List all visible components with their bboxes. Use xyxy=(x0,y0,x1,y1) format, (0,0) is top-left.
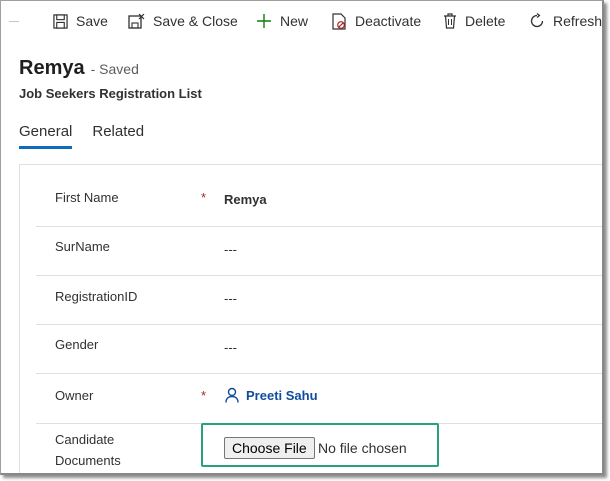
surname-field[interactable]: --- xyxy=(224,242,237,257)
registration-id-field[interactable]: --- xyxy=(224,291,237,306)
field-label-line2: Documents xyxy=(55,453,121,468)
deactivate-label: Deactivate xyxy=(355,13,422,29)
owner-lookup[interactable]: Preeti Sahu xyxy=(224,387,318,403)
field-label: First Name xyxy=(55,190,119,205)
field-label: Gender xyxy=(55,337,99,352)
field-row-first-name: First Name * Remya xyxy=(36,165,602,227)
delete-label: Delete xyxy=(465,13,506,29)
new-button[interactable]: New xyxy=(256,9,308,33)
field-label: Candidate Documents xyxy=(55,429,121,471)
overflow-divider xyxy=(9,21,19,22)
deactivate-icon xyxy=(332,12,346,30)
field-label: SurName xyxy=(55,239,110,254)
field-label-line1: Candidate xyxy=(55,432,115,447)
deactivate-button[interactable]: Deactivate xyxy=(331,9,421,33)
save-close-button[interactable]: Save & Close xyxy=(128,9,238,33)
form-window: Save Save & Close New Deactivate Delete … xyxy=(0,0,604,475)
field-label: Owner xyxy=(55,388,94,403)
file-upload-highlight: Choose File No file chosen xyxy=(201,423,439,467)
command-bar: Save Save & Close New Deactivate Delete … xyxy=(1,1,602,41)
field-label: RegistrationID xyxy=(55,289,138,304)
save-status: - Saved xyxy=(90,61,139,77)
choose-file-button[interactable]: Choose File xyxy=(224,437,315,459)
required-marker: * xyxy=(201,190,207,205)
person-icon xyxy=(225,387,239,403)
trash-icon xyxy=(444,13,456,29)
record-title: Remya xyxy=(19,57,85,79)
field-row-owner: Owner * Preeti Sahu xyxy=(36,374,602,424)
save-button[interactable]: Save xyxy=(53,9,108,33)
refresh-button[interactable]: Refresh xyxy=(529,9,602,33)
new-label: New xyxy=(280,13,309,29)
delete-button[interactable]: Delete xyxy=(443,9,505,33)
refresh-icon xyxy=(530,13,544,28)
plus-icon xyxy=(257,14,271,28)
save-icon xyxy=(53,13,68,29)
field-row-gender: Gender --- xyxy=(36,325,602,374)
entity-name: Job Seekers Registration List xyxy=(19,86,202,101)
first-name-field[interactable]: Remya xyxy=(224,192,267,207)
save-label: Save xyxy=(76,13,108,29)
tab-general[interactable]: General xyxy=(19,123,73,149)
field-row-registration-id: RegistrationID --- xyxy=(36,276,602,325)
record-header: Remya - Saved Job Seekers Registration L… xyxy=(19,57,202,101)
field-row-surname: SurName --- xyxy=(36,227,602,276)
tab-related[interactable]: Related xyxy=(92,123,144,149)
save-close-icon xyxy=(128,13,145,29)
file-status-text: No file chosen xyxy=(318,440,407,456)
refresh-label: Refresh xyxy=(553,13,603,29)
tab-list: General Related xyxy=(19,123,164,149)
save-close-label: Save & Close xyxy=(153,13,238,29)
required-marker: * xyxy=(201,388,207,403)
gender-field[interactable]: --- xyxy=(224,340,237,355)
owner-name-link[interactable]: Preeti Sahu xyxy=(246,388,318,403)
